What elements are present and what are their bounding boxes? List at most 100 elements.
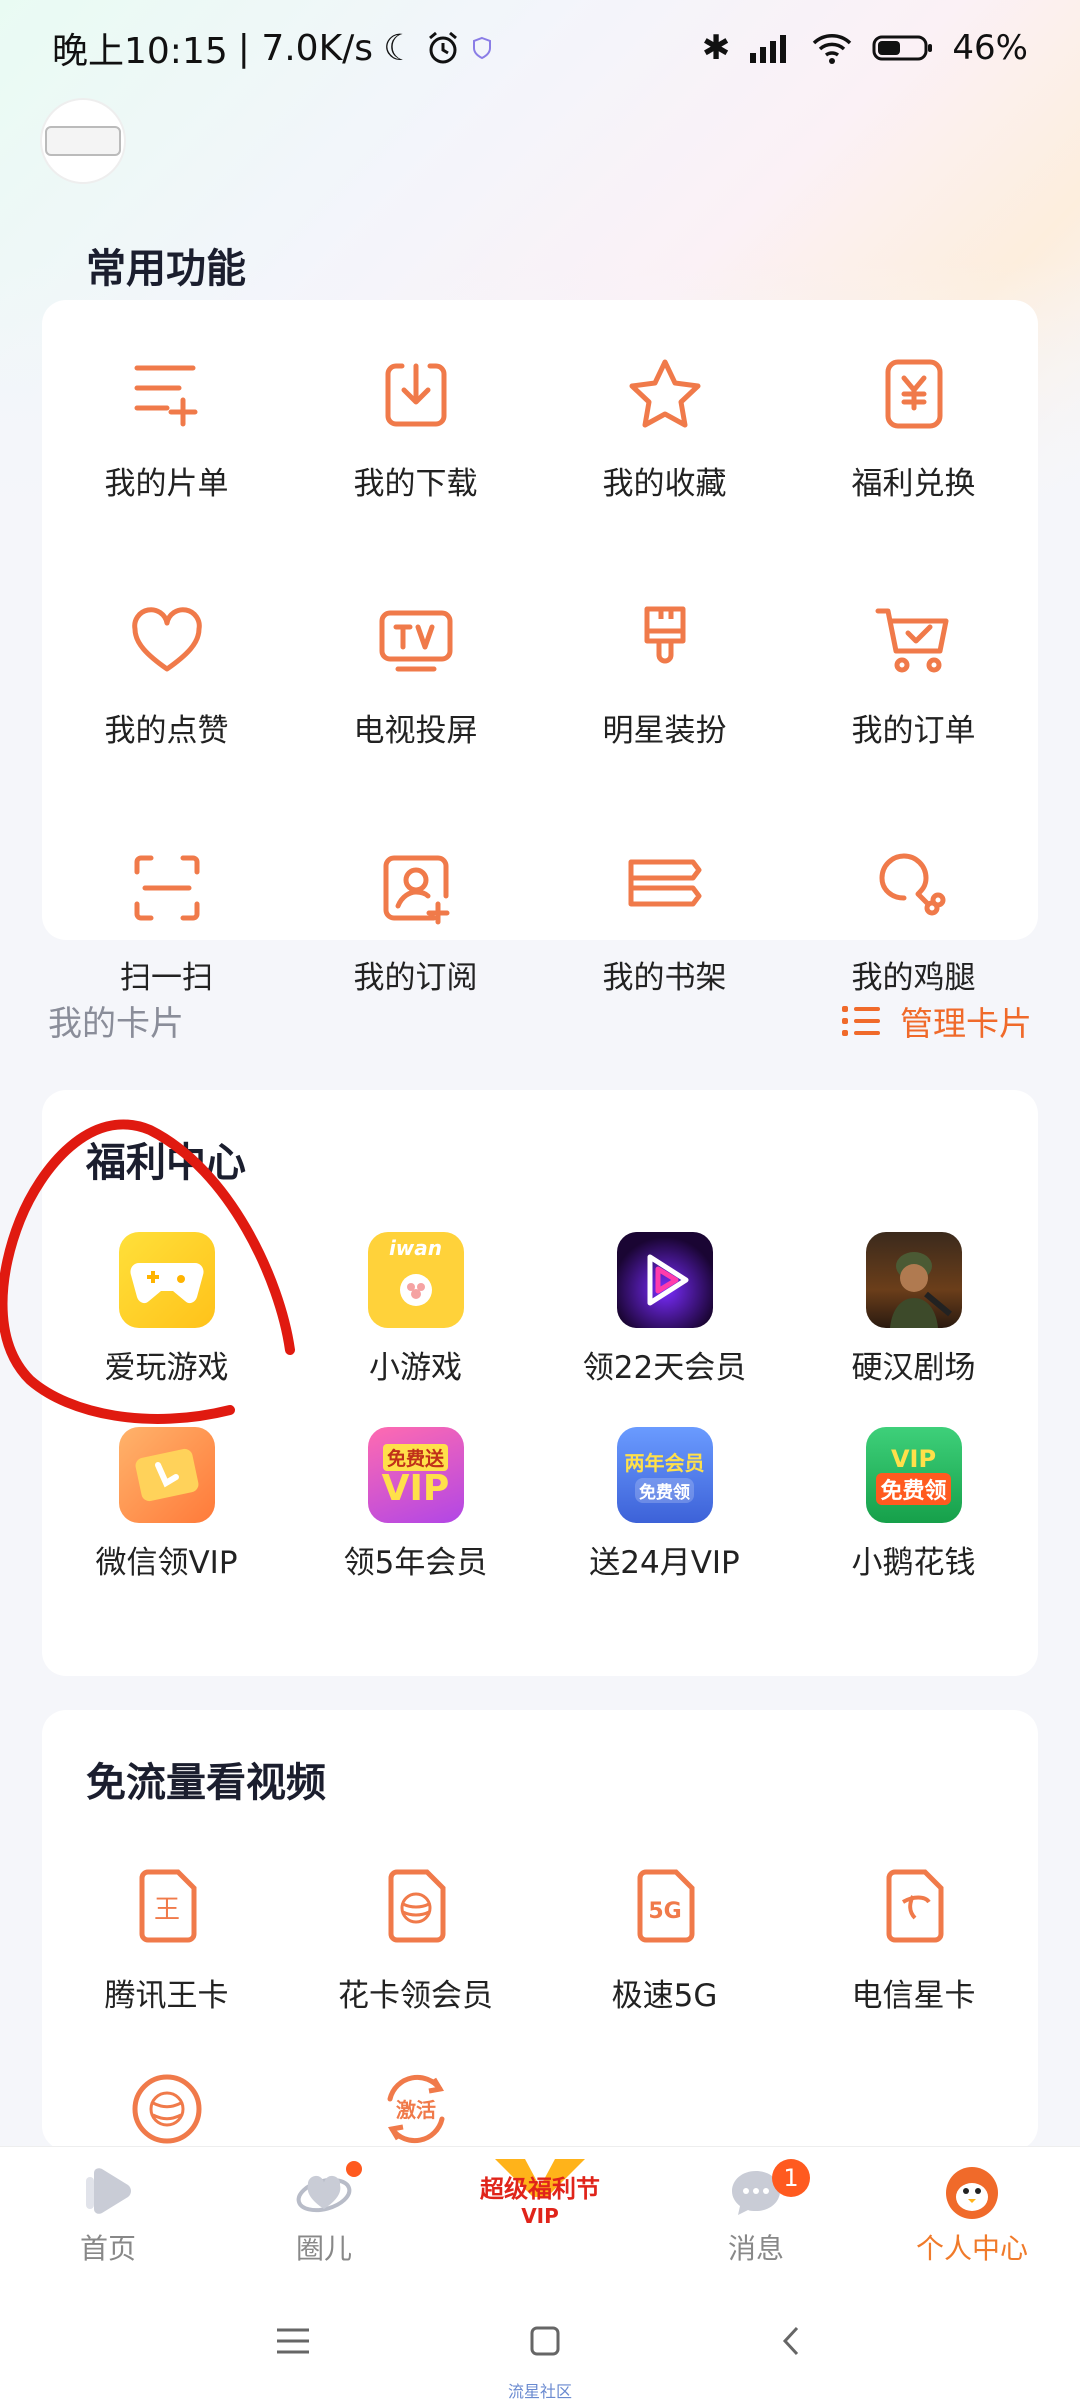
bottom-tab-bar: 首页 圈儿 超级福利节 VIP 1 消息 个人中心 [0,2146,1080,2282]
label: 我的鸡腿 [851,960,976,996]
my-orders-button[interactable]: 我的订单 [789,591,1038,750]
my-cards-header: 我的卡片 管理卡片 [48,996,1032,1045]
game-app-button[interactable]: 爱玩游戏 [42,1232,291,1387]
star-icon [629,359,700,428]
my-subscriptions-button[interactable]: 我的订阅 [291,838,540,997]
free-data-title: 免流量看视频 [86,1760,326,1806]
avatar[interactable] [40,98,126,184]
home-square-icon[interactable] [528,2324,562,2358]
welfare-center-title: 福利中心 [86,1140,246,1186]
mini-games-button[interactable]: iwan 小游戏 [291,1232,540,1387]
yen-coupon-icon [885,359,942,429]
tv-cast-button[interactable]: 电视投屏 [291,591,540,750]
my-download-button[interactable]: 我的下载 [291,344,540,503]
activate-glyph: 激活 [396,2098,436,2122]
tab-home[interactable]: 首页 [0,2147,216,2282]
back-icon[interactable] [777,2324,807,2358]
soldier-app-icon [865,1232,962,1328]
label: 小鹅花钱 [851,1545,976,1581]
tab-messages-label: 消息 [727,2232,784,2265]
free-claim-text-2: 免费领 [876,1473,951,1505]
tencent-king-card-button[interactable]: 王 腾讯王卡 [42,1856,291,2015]
moon-icon: ☾ [383,27,416,69]
bookshelf-icon [628,859,701,907]
star-dressup-button[interactable]: 明星装扮 [540,591,789,750]
globe-circle-icon [132,2074,201,2144]
label: 明星装扮 [602,713,727,749]
iwan-text: iwan [388,1236,443,1260]
get-5-year-member-button[interactable]: 免费送 VIP 领5年会员 [291,1427,540,1582]
label: 爱玩游戏 [104,1350,229,1386]
vip-badge-text: VIP [890,1445,937,1473]
speed-5g-button[interactable]: 5G 极速5G [540,1856,789,2015]
list-icon [842,1005,880,1036]
heart-icon [131,607,202,672]
free-vip-app-icon: 免费送 VIP [367,1427,464,1523]
bottom-caption: 流星社区 [507,2382,572,2400]
label: 我的书架 [602,960,727,996]
profile-penguin-icon [946,2167,998,2219]
status-bar: 晚上10:15 | 7.0K/s ☾ ✱ 46% [0,0,1080,96]
label: 我的订阅 [353,960,478,996]
tab-profile-label: 个人中心 [915,2232,1028,2265]
battery-icon [872,35,933,61]
flower-card-member-button[interactable]: 花卡领会员 [291,1856,540,2015]
my-favorites-button[interactable]: 我的收藏 [540,344,789,503]
free-gift-text: 免费送 [382,1443,448,1471]
festival-vip-text: VIP [521,2204,559,2228]
activate-button[interactable]: 激活 [291,2059,540,2159]
tab-home-label: 首页 [79,2232,136,2265]
china-mobile-button[interactable] [42,2059,291,2159]
label: 送24月VIP [589,1545,740,1581]
wechat-vip-button[interactable]: 微信领VIP [42,1427,291,1582]
tab-profile[interactable]: 个人中心 [864,2147,1080,2282]
label: 腾讯王卡 [104,1978,229,2014]
wang-glyph: 王 [153,1895,179,1925]
sim-card-telecom-icon [886,1869,943,1943]
super-welfare-festival-icon: 超级福利节 VIP [480,2157,600,2228]
my-bookshelf-button[interactable]: 我的书架 [540,838,789,997]
label: 扫一扫 [120,960,213,996]
menu-icon[interactable] [273,2326,313,2356]
tab-messages[interactable]: 1 消息 [648,2147,864,2282]
signal-icon [750,35,787,63]
label: 我的片单 [104,466,229,502]
iwan-cat-app-icon: iwan [367,1232,464,1328]
label: 电信星卡 [851,1978,976,2014]
circle-heart-icon [296,2175,352,2213]
drumstick-icon [879,853,945,916]
common-functions-card: 我的片单 我的下载 我的收藏 福利兑换 我的点赞 电视投屏 明星装扮 我的订单 … [42,300,1038,996]
send-24-month-vip-button[interactable]: 两年会员 免费领 送24月VIP [540,1427,789,1582]
tab-super-welfare-festival[interactable]: 超级福利节 VIP [432,2147,648,2282]
common-functions-title: 常用功能 [86,246,246,292]
label: 我的下载 [353,466,478,502]
my-playlist-button[interactable]: 我的片单 [42,344,291,503]
welfare-exchange-button[interactable]: 福利兑换 [789,344,1038,503]
my-likes-button[interactable]: 我的点赞 [42,591,291,750]
manage-cards-label: 管理卡片 [900,1003,1032,1043]
vip-ticket-app-icon [118,1427,215,1523]
tough-guy-theater-button[interactable]: 硬汉剧场 [789,1232,1038,1387]
message-badge: 1 [772,2159,810,2197]
free-data-card: 免流量看视频 王 腾讯王卡 花卡领会员 5G 极速5G 电信星卡 激活 [42,1710,1038,2150]
cart-icon [875,608,948,673]
my-drumsticks-button[interactable]: 我的鸡腿 [789,838,1038,997]
manage-cards-button[interactable]: 管理卡片 [842,997,1032,1045]
paint-brush-icon [644,606,685,664]
activate-icon: 激活 [387,2074,444,2144]
notification-dot [346,2161,362,2177]
telecom-star-card-button[interactable]: 电信星卡 [789,1856,1038,2015]
label: 我的点赞 [104,713,229,749]
sim-card-globe-icon [388,1869,445,1943]
video-play-app-icon [616,1232,713,1328]
status-speed: | 7.0K/s [237,27,374,69]
little-goose-spend-button[interactable]: VIP 免费领 小鹅花钱 [789,1427,1038,1582]
vip-text: VIP [381,1467,450,1509]
bluetooth-icon: ✱ [701,28,731,68]
two-year-text: 两年会员 [624,1451,705,1475]
scan-button[interactable]: 扫一扫 [42,838,291,997]
subscribe-user-icon [383,855,449,925]
tab-circle[interactable]: 圈儿 [216,2147,432,2282]
label: 极速5G [611,1978,718,2014]
get-22-days-member-button[interactable]: 领22天会员 [540,1232,789,1387]
